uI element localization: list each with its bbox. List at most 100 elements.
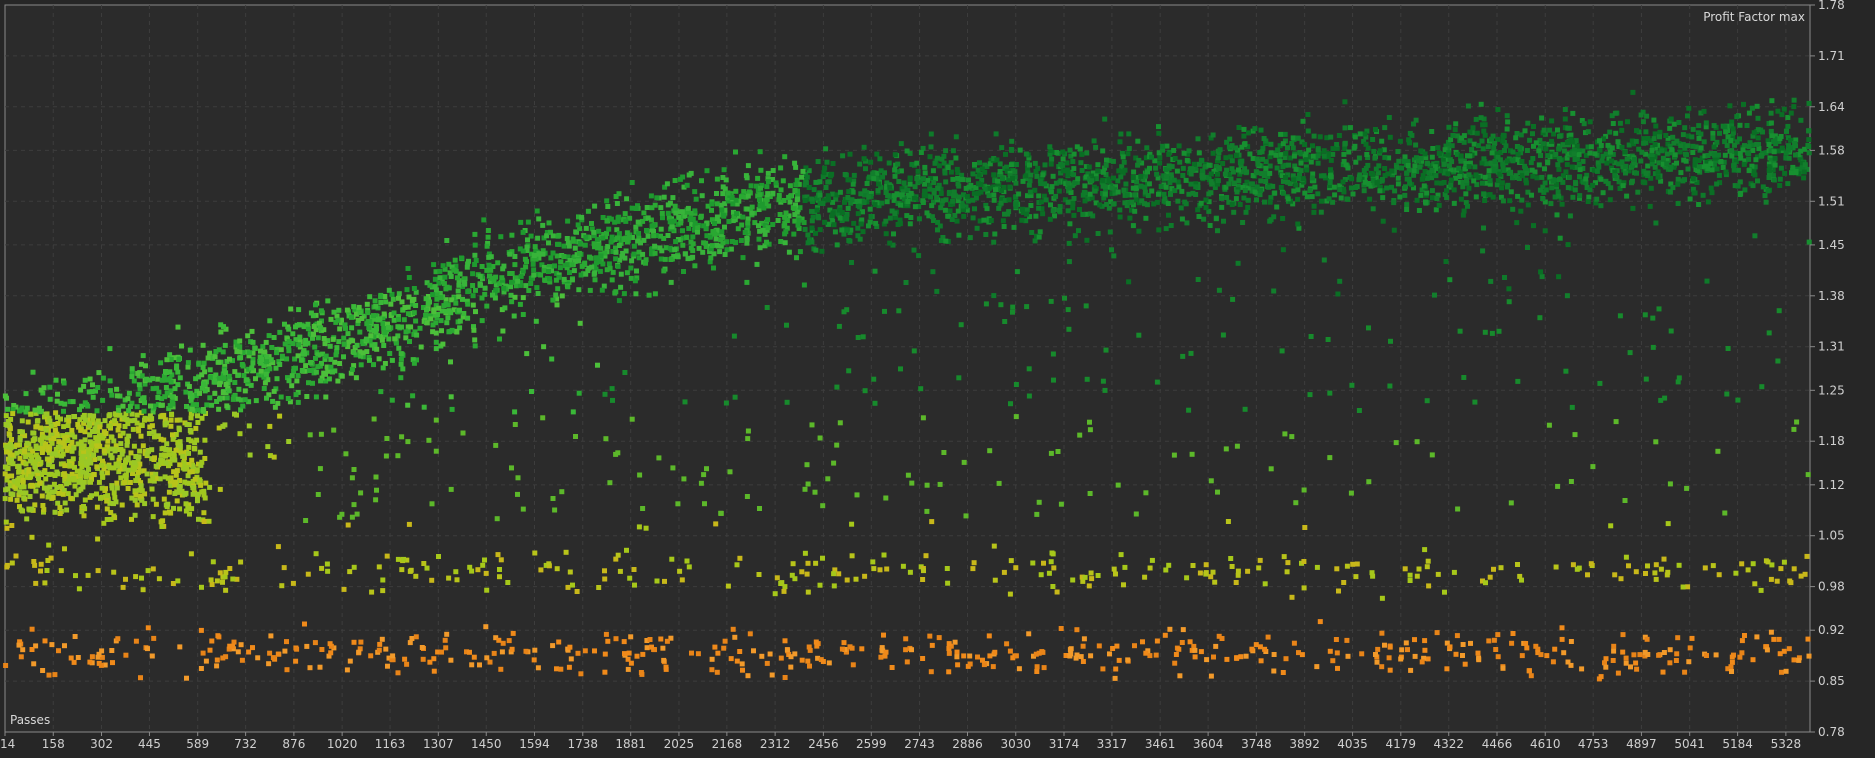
data-point bbox=[1280, 216, 1285, 221]
data-point bbox=[1539, 116, 1544, 121]
data-point bbox=[1113, 572, 1118, 577]
data-point bbox=[757, 229, 762, 234]
data-point bbox=[91, 395, 96, 400]
data-point bbox=[492, 651, 497, 656]
data-point bbox=[578, 671, 583, 676]
data-point bbox=[1769, 98, 1774, 103]
data-point bbox=[1072, 196, 1077, 201]
data-point bbox=[1220, 161, 1225, 166]
data-point bbox=[844, 228, 849, 233]
data-point bbox=[715, 215, 720, 220]
data-point bbox=[610, 235, 615, 240]
data-point bbox=[758, 245, 763, 250]
data-point bbox=[690, 255, 695, 260]
data-point bbox=[1082, 183, 1087, 188]
data-point bbox=[1505, 127, 1510, 132]
data-point bbox=[524, 259, 529, 264]
data-point bbox=[933, 161, 938, 166]
data-point bbox=[743, 230, 748, 235]
data-point bbox=[1415, 198, 1420, 203]
data-point bbox=[649, 193, 654, 198]
data-point bbox=[768, 652, 773, 657]
data-point bbox=[1375, 647, 1380, 652]
data-point bbox=[1586, 195, 1591, 200]
data-point bbox=[714, 191, 719, 196]
data-point bbox=[1013, 181, 1018, 186]
data-point bbox=[1049, 157, 1054, 162]
data-point bbox=[167, 352, 172, 357]
data-point bbox=[1103, 184, 1108, 189]
data-point bbox=[453, 258, 458, 263]
data-point bbox=[1399, 647, 1404, 652]
data-point bbox=[815, 208, 820, 213]
data-point bbox=[1391, 200, 1396, 205]
data-point bbox=[171, 402, 176, 407]
data-point bbox=[1643, 650, 1648, 655]
data-point bbox=[1719, 160, 1724, 165]
data-point bbox=[908, 215, 913, 220]
data-point bbox=[1402, 193, 1407, 198]
data-point bbox=[1132, 209, 1137, 214]
data-point bbox=[1688, 197, 1693, 202]
data-point bbox=[377, 356, 382, 361]
data-point bbox=[1404, 640, 1409, 645]
data-point bbox=[1083, 198, 1088, 203]
data-point bbox=[1516, 152, 1521, 157]
data-point bbox=[1736, 184, 1741, 189]
data-point bbox=[1622, 150, 1627, 155]
data-point bbox=[1437, 203, 1442, 208]
data-point bbox=[280, 354, 285, 359]
data-point bbox=[596, 585, 601, 590]
data-point bbox=[1302, 191, 1307, 196]
data-point bbox=[258, 349, 263, 354]
data-point bbox=[950, 177, 955, 182]
data-point bbox=[1582, 121, 1587, 126]
data-point bbox=[473, 288, 478, 293]
data-point bbox=[1775, 109, 1780, 114]
data-point bbox=[1710, 190, 1715, 195]
data-point bbox=[1291, 135, 1296, 140]
data-point bbox=[1603, 665, 1608, 670]
data-point bbox=[1633, 661, 1638, 666]
data-point bbox=[1751, 171, 1756, 176]
data-point bbox=[602, 568, 607, 573]
data-point bbox=[1501, 666, 1506, 671]
data-point bbox=[680, 228, 685, 233]
data-point bbox=[66, 423, 71, 428]
data-point bbox=[1681, 132, 1686, 137]
data-point bbox=[729, 247, 734, 252]
data-point bbox=[892, 193, 897, 198]
data-point bbox=[949, 170, 954, 175]
data-point bbox=[502, 305, 507, 310]
data-point bbox=[673, 178, 678, 183]
data-point bbox=[396, 670, 401, 675]
data-point bbox=[1375, 181, 1380, 186]
data-point bbox=[61, 409, 66, 414]
data-point bbox=[1630, 206, 1635, 211]
data-point bbox=[1634, 128, 1639, 133]
data-point bbox=[1589, 561, 1594, 566]
data-point bbox=[546, 240, 551, 245]
data-point bbox=[478, 283, 483, 288]
data-point bbox=[1678, 149, 1683, 154]
data-point bbox=[661, 658, 666, 663]
data-point bbox=[758, 168, 763, 173]
data-point bbox=[903, 647, 908, 652]
data-point bbox=[1308, 188, 1313, 193]
data-point bbox=[1175, 199, 1180, 204]
data-point bbox=[1482, 198, 1487, 203]
data-point bbox=[313, 302, 318, 307]
data-point bbox=[1117, 208, 1122, 213]
data-point bbox=[1001, 218, 1006, 223]
data-point bbox=[1807, 101, 1812, 106]
data-point bbox=[356, 650, 361, 655]
data-point bbox=[1704, 653, 1709, 658]
data-point bbox=[216, 407, 221, 412]
data-point bbox=[24, 410, 29, 415]
data-point bbox=[1244, 654, 1249, 659]
data-point bbox=[1630, 90, 1635, 95]
data-point bbox=[461, 311, 466, 316]
data-point bbox=[1643, 129, 1648, 134]
data-point bbox=[1236, 168, 1241, 173]
data-point bbox=[927, 634, 932, 639]
